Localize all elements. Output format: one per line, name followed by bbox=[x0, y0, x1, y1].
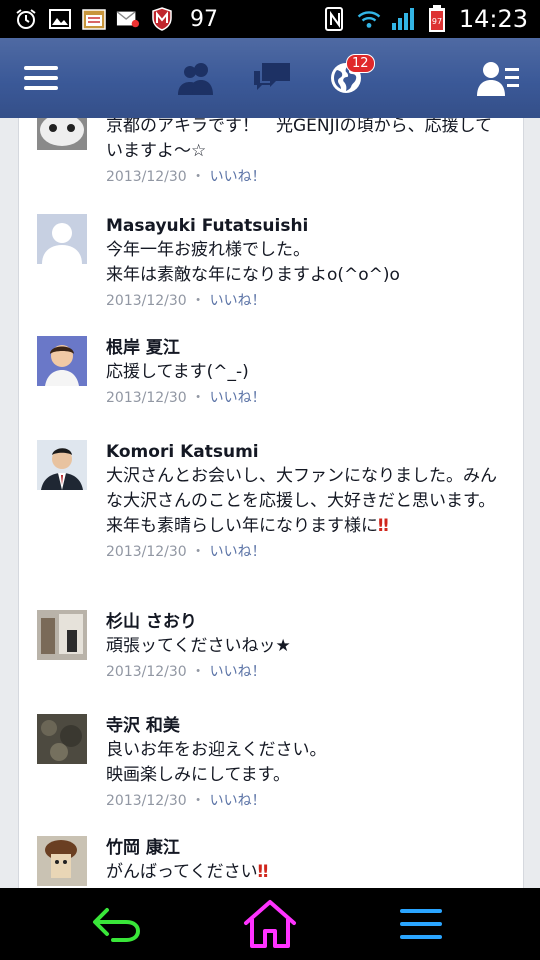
notification-badge: 12 bbox=[346, 54, 375, 73]
comment-meta: 2013/12/30 ・ いいね！ bbox=[106, 661, 506, 683]
back-button[interactable] bbox=[80, 888, 154, 960]
avatar[interactable] bbox=[37, 714, 87, 764]
commenter-name[interactable]: 寺沢 和美 bbox=[106, 714, 506, 738]
chat-bubbles-icon bbox=[254, 63, 290, 90]
notifications-button[interactable]: 12 bbox=[318, 38, 375, 118]
comment-text-wrap: がんばってください‼ bbox=[106, 860, 506, 885]
battery-icon: 97 bbox=[425, 5, 449, 32]
hamburger-icon bbox=[24, 66, 58, 90]
wifi-icon bbox=[357, 7, 381, 31]
comment-meta: 2013/12/30 ・ いいね！ bbox=[106, 166, 506, 188]
comment-text: 良いお年をお迎えください。 映画楽しみにしてます。 bbox=[106, 740, 327, 785]
avatar[interactable] bbox=[37, 336, 87, 386]
default-profile-icon bbox=[37, 214, 87, 264]
battery-level: 97 bbox=[432, 17, 442, 26]
comment-date: 2013/12/30 bbox=[106, 169, 187, 185]
comment-text: 京都のアキラです！ 光GENJIの頃から、応援していますよ〜☆ bbox=[106, 118, 493, 161]
home-button[interactable] bbox=[232, 888, 308, 960]
security-shield-icon bbox=[150, 7, 174, 31]
comment-text: 今年一年お疲れ様でした。 来年は素敵な年になりますよo(^o^)o bbox=[106, 240, 400, 285]
system-nav-bar bbox=[0, 888, 540, 960]
like-link[interactable]: いいね！ bbox=[210, 544, 266, 560]
commenter-name[interactable]: 竹岡 康江 bbox=[106, 836, 506, 860]
comment-text: 頑張ッてくださいねッ★ bbox=[106, 636, 291, 656]
menu-button[interactable] bbox=[10, 38, 72, 118]
top-nav-bar: 12 bbox=[0, 38, 540, 119]
calendar-icon bbox=[82, 7, 106, 31]
exclamation-mark: ‼ bbox=[378, 516, 389, 536]
gallery-icon bbox=[48, 7, 72, 31]
commenter-name[interactable]: 根岸 夏江 bbox=[106, 336, 506, 360]
separator: ・ bbox=[191, 664, 206, 680]
recent-apps-button[interactable] bbox=[384, 888, 458, 960]
like-link[interactable]: いいね！ bbox=[210, 664, 266, 680]
signal-icon bbox=[391, 7, 415, 31]
comments-feed[interactable]: 京都のアキラです！ 光GENJIの頃から、応援していますよ〜☆ 2013/12/… bbox=[0, 118, 540, 888]
comment-meta: 2013/12/30 ・ いいね！ bbox=[106, 387, 506, 409]
separator: ・ bbox=[191, 390, 206, 406]
menu-lines-icon bbox=[400, 909, 442, 939]
like-link[interactable]: いいね！ bbox=[210, 793, 266, 809]
comment-date: 2013/12/30 bbox=[106, 544, 187, 560]
avatar[interactable] bbox=[37, 836, 87, 886]
comment-date: 2013/12/30 bbox=[106, 793, 187, 809]
friend-requests-button[interactable] bbox=[168, 38, 224, 118]
avatar[interactable] bbox=[37, 610, 87, 660]
comment-text: 応援してます(^_-) bbox=[106, 362, 249, 382]
avatar[interactable] bbox=[37, 440, 87, 490]
separator: ・ bbox=[191, 544, 206, 560]
notification-count: 97 bbox=[190, 6, 218, 32]
like-link[interactable]: いいね！ bbox=[210, 390, 266, 406]
contacts-list-icon bbox=[477, 62, 519, 96]
comment-date: 2013/12/30 bbox=[106, 293, 187, 309]
home-icon bbox=[244, 900, 296, 948]
clock: 14:23 bbox=[458, 5, 528, 33]
avatar[interactable] bbox=[37, 214, 87, 264]
friends-list-button[interactable] bbox=[468, 38, 530, 118]
comment-text: 大沢さんとお会いし、大ファンになりました。みんな大沢さんのことを応援し、大好きだ… bbox=[106, 466, 497, 536]
commenter-name[interactable]: Masayuki Futatsuishi bbox=[106, 214, 506, 238]
commenter-name[interactable]: Komori Katsumi bbox=[106, 440, 506, 464]
mail-icon bbox=[116, 7, 140, 31]
like-link[interactable]: いいね！ bbox=[210, 169, 266, 185]
comment-date: 2013/12/30 bbox=[106, 664, 187, 680]
comment-date: 2013/12/30 bbox=[106, 390, 187, 406]
avatar[interactable] bbox=[37, 118, 87, 150]
commenter-name[interactable]: 杉山 さおり bbox=[106, 610, 506, 634]
comment-text: がんばってください bbox=[106, 862, 258, 882]
messages-button[interactable] bbox=[244, 38, 300, 118]
status-bar: 97 97 14:23 bbox=[0, 0, 540, 38]
separator: ・ bbox=[191, 169, 206, 185]
friends-icon bbox=[178, 63, 213, 95]
comment-text-wrap: 大沢さんとお会いし、大ファンになりました。みんな大沢さんのことを応援し、大好きだ… bbox=[106, 464, 506, 539]
comment-meta: 2013/12/30 ・ いいね！ bbox=[106, 290, 506, 312]
comment-meta: 2013/12/30 ・ いいね！ bbox=[106, 790, 506, 812]
separator: ・ bbox=[191, 293, 206, 309]
exclamation-mark: ‼ bbox=[257, 862, 269, 882]
comment-meta: 2013/12/30 ・ いいね！ bbox=[106, 541, 506, 563]
alarm-clock-icon bbox=[14, 7, 38, 31]
comments-card: 京都のアキラです！ 光GENJIの頃から、応援していますよ〜☆ 2013/12/… bbox=[18, 118, 524, 888]
separator: ・ bbox=[191, 793, 206, 809]
like-link[interactable]: いいね！ bbox=[210, 293, 266, 309]
back-arrow-icon bbox=[93, 908, 141, 942]
nfc-icon bbox=[323, 7, 347, 31]
